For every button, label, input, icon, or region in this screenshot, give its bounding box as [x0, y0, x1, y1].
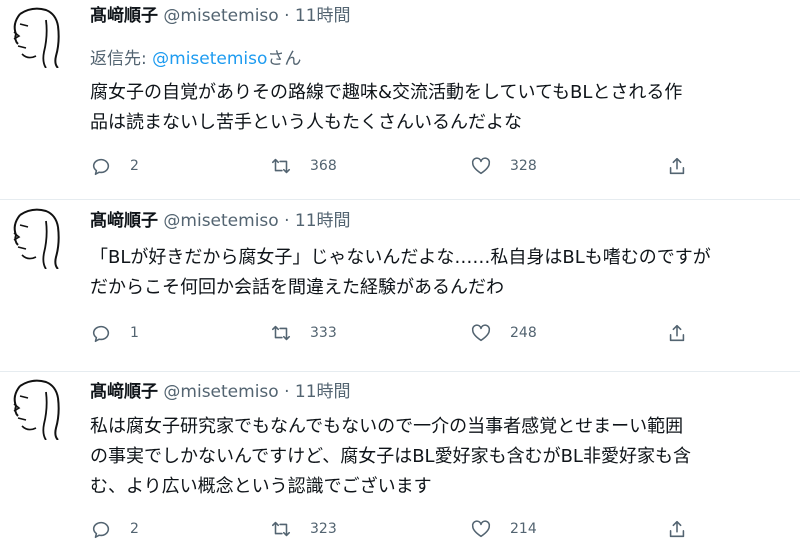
timestamp[interactable]: 11時間 — [295, 211, 351, 231]
share-button[interactable] — [666, 154, 688, 178]
like-button[interactable]: 328 — [470, 154, 537, 178]
separator-dot: · — [284, 6, 290, 26]
speech-bubble-icon — [92, 521, 110, 539]
reply-button[interactable]: 1 — [90, 321, 139, 345]
share-button[interactable] — [666, 321, 688, 345]
reply-mention-link[interactable]: @misetemiso — [152, 49, 267, 69]
heart-icon — [471, 520, 491, 538]
reply-suffix: さん — [267, 49, 302, 69]
tweet-1[interactable]: 髙﨑順子 @misetemiso · 11時間 返信先: @misetemiso… — [0, 0, 800, 200]
retweet-button[interactable]: 323 — [270, 517, 337, 541]
retweet-button[interactable]: 333 — [270, 321, 337, 345]
author-handle[interactable]: @misetemiso — [163, 211, 278, 231]
tweet-text-line: の事実でしかないんですけど、腐女子はBL愛好家も含むがBL非愛好家も含 — [90, 446, 691, 467]
retweet-count: 323 — [310, 521, 337, 537]
tweet-divider — [0, 199, 800, 200]
heart-icon — [471, 157, 491, 175]
timestamp[interactable]: 11時間 — [295, 382, 351, 402]
action-bar: 2 323 214 — [90, 517, 700, 541]
author-name[interactable]: 髙﨑順子 — [90, 6, 158, 26]
retweet-count: 333 — [310, 325, 337, 341]
share-upload-icon — [669, 520, 685, 538]
reply-count: 2 — [130, 158, 139, 174]
like-button[interactable]: 248 — [470, 321, 537, 345]
tweet-text-line: 「BLが好きだから腐女子」じゃないんだよな……私自身はBLも嗜むのですが — [90, 247, 711, 268]
retweet-button[interactable]: 368 — [270, 154, 337, 178]
share-upload-icon — [669, 324, 685, 342]
tweet-3[interactable]: 髙﨑順子 @misetemiso · 11時間 私は腐女子研究家でもなんでもない… — [0, 372, 800, 552]
retweet-count: 368 — [310, 158, 337, 174]
like-count: 248 — [510, 325, 537, 341]
tweet-text-line: 腐女子の自覚がありその路線で趣味&交流活動をしていてもBLとされる作 — [90, 82, 683, 103]
avatar[interactable] — [6, 378, 66, 440]
separator-dot: · — [284, 382, 290, 402]
tweet-text-line: 私は腐女子研究家でもなんでもないので一介の当事者感覚とせまーい範囲 — [90, 416, 684, 437]
tweet-text-line: 品は読まないし苦手という人もたくさんいるんだよな — [90, 112, 522, 133]
like-button[interactable]: 214 — [470, 517, 537, 541]
like-count: 328 — [510, 158, 537, 174]
speech-bubble-icon — [92, 325, 110, 343]
author-name[interactable]: 髙﨑順子 — [90, 211, 158, 231]
like-count: 214 — [510, 521, 537, 537]
tweet-text: 腐女子の自覚がありその路線で趣味&交流活動をしていてもBLとされる作 品は読まな… — [90, 78, 800, 138]
avatar[interactable] — [6, 207, 66, 269]
reply-button[interactable]: 2 — [90, 517, 139, 541]
timestamp[interactable]: 11時間 — [295, 6, 351, 26]
tweet-text: 「BLが好きだから腐女子」じゃないんだよな……私自身はBLも嗜むのですが だから… — [90, 243, 800, 303]
tweet-text-line: だからこそ何回か会話を間違えた経験があるんだわ — [90, 277, 504, 298]
author-handle[interactable]: @misetemiso — [163, 6, 278, 26]
action-bar: 2 368 328 — [90, 154, 700, 178]
reply-button[interactable]: 2 — [90, 154, 139, 178]
heart-icon — [471, 324, 491, 342]
retweet-arrows-icon — [271, 325, 291, 341]
tweet-text-line: む、より広い概念という認識でございます — [90, 476, 432, 497]
retweet-arrows-icon — [271, 158, 291, 174]
reply-prefix: 返信先: — [90, 49, 153, 69]
retweet-arrows-icon — [271, 521, 291, 537]
speech-bubble-icon — [92, 158, 110, 176]
action-bar: 1 333 248 — [90, 321, 700, 345]
reply-count: 2 — [130, 521, 139, 537]
separator-dot: · — [284, 211, 290, 231]
tweet-2[interactable]: 髙﨑順子 @misetemiso · 11時間 「BLが好きだから腐女子」じゃな… — [0, 201, 800, 373]
author-name[interactable]: 髙﨑順子 — [90, 382, 158, 402]
author-handle[interactable]: @misetemiso — [163, 382, 278, 402]
reply-count: 1 — [130, 325, 139, 341]
share-upload-icon — [669, 157, 685, 175]
tweet-text: 私は腐女子研究家でもなんでもないので一介の当事者感覚とせまーい範囲 の事実でしか… — [90, 412, 800, 502]
reply-to-line: 返信先: @misetemisoさん — [90, 44, 301, 69]
avatar[interactable] — [6, 6, 66, 68]
share-button[interactable] — [666, 517, 688, 541]
